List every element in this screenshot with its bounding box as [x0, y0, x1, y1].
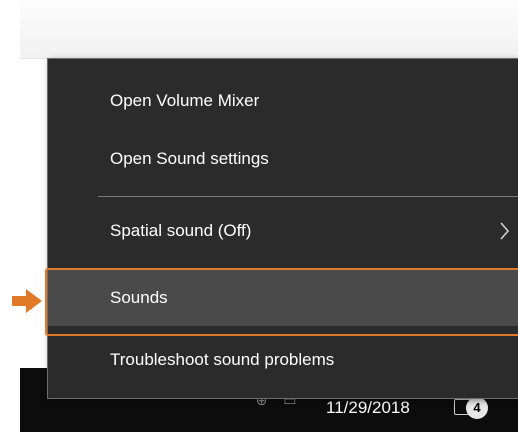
action-center-button[interactable]: 4 — [454, 397, 494, 421]
taskbar-date[interactable]: 11/29/2018 — [326, 398, 410, 418]
notification-count-badge: 4 — [466, 397, 488, 419]
right-arrow-icon — [12, 289, 42, 313]
menu-item-troubleshoot-sound-problems[interactable]: Troubleshoot sound problems — [48, 332, 518, 388]
menu-item-open-sound-settings[interactable]: Open Sound settings — [48, 131, 518, 187]
desktop-background — [20, 0, 518, 59]
menu-item-spatial-sound[interactable]: Spatial sound (Off) — [48, 203, 518, 259]
chevron-right-icon — [498, 203, 512, 259]
sound-context-menu: Open Volume Mixer Open Sound settings Sp… — [47, 58, 518, 399]
menu-item-open-volume-mixer[interactable]: Open Volume Mixer — [48, 73, 518, 129]
highlight-callout-box — [45, 268, 518, 336]
menu-separator — [98, 196, 518, 197]
menu-item-label: Spatial sound (Off) — [110, 221, 252, 240]
